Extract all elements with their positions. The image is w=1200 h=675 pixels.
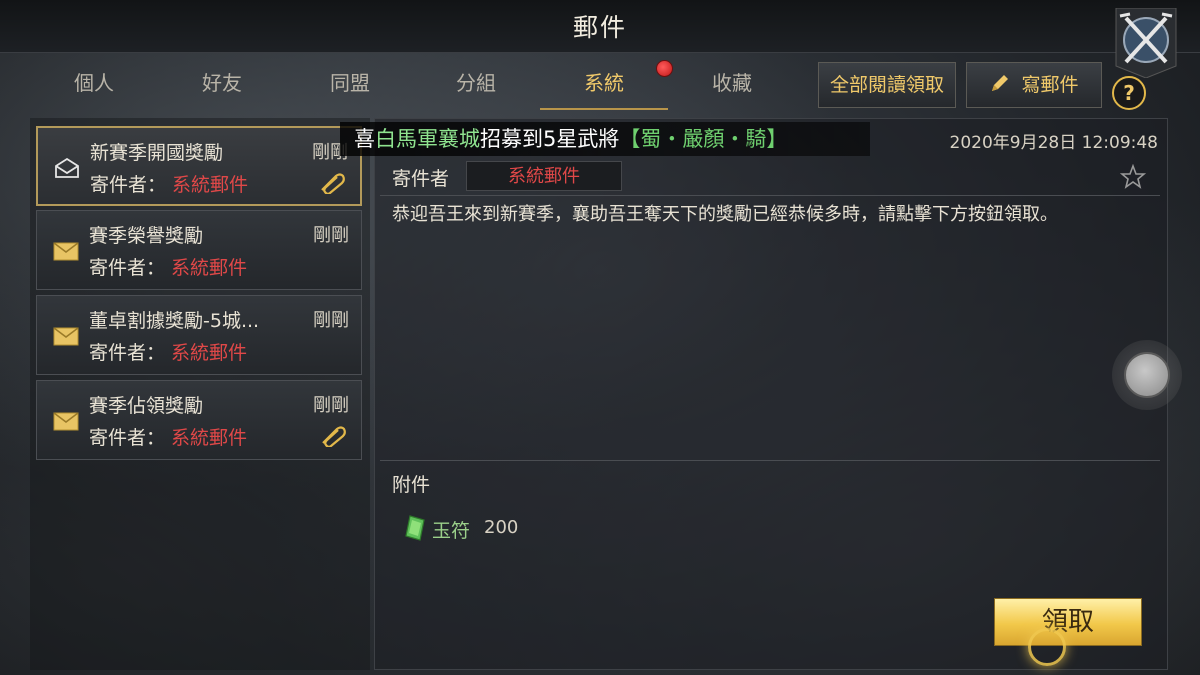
mail-body: 恭迎吾王來到新賽季，襄助吾王奪天下的獎勵已經恭候多時，請點擊下方按鈕領取。	[392, 204, 1058, 225]
detail-sender-label: 寄件者	[392, 168, 450, 190]
mail-time: 剛剛	[313, 310, 349, 331]
tab-favorites[interactable]: 收藏	[668, 58, 796, 108]
read-all-claim-button[interactable]: 全部閱讀領取	[818, 62, 956, 108]
mail-title: 新賽季開國獎勵	[90, 142, 224, 164]
compose-mail-label: 寫郵件	[1021, 74, 1079, 96]
mail-item[interactable]: 賽季榮譽獎勵 剛剛 寄件者： 系統郵件	[36, 210, 362, 290]
attachments-label: 附件	[392, 474, 431, 496]
envelope-icon	[53, 242, 79, 261]
mail-datetime: 2020年9月28日 12:09:48	[949, 133, 1158, 153]
envelope-icon	[53, 327, 79, 346]
mail-sender-label: 寄件者：	[89, 427, 166, 449]
page-title: 郵件	[572, 13, 627, 42]
mail-title: 賽季榮譽獎勵	[89, 225, 204, 247]
mail-sender: 系統郵件	[171, 342, 248, 364]
envelope-icon	[53, 412, 79, 431]
tab-personal[interactable]: 個人	[30, 58, 158, 108]
detail-sender: 系統郵件	[466, 161, 622, 191]
jade-token-icon	[405, 515, 425, 541]
paperclip-icon	[321, 173, 345, 194]
mail-sender: 系統郵件	[171, 257, 248, 279]
tab-alliance[interactable]: 同盟	[286, 58, 414, 108]
broadcast-banner: 喜白馬軍襄城招募到5星武將【蜀・嚴顏・騎】	[340, 122, 870, 156]
close-crossed-swords-icon[interactable]	[1112, 7, 1180, 79]
tab-bar: 個人 好友 同盟 分組 系統 收藏	[0, 58, 800, 110]
mail-item[interactable]: 賽季佔領獎勵 剛剛 寄件者： 系統郵件	[36, 380, 362, 460]
tap-indicator	[1028, 628, 1066, 666]
broadcast-player-name: 白馬軍襄城	[375, 127, 480, 151]
mail-sender: 系統郵件	[171, 427, 248, 449]
tab-friends[interactable]: 好友	[158, 58, 286, 108]
mail-title: 賽季佔領獎勵	[89, 395, 204, 417]
mail-title: 董卓割據獎勵-5城...	[89, 310, 260, 332]
claim-button[interactable]: 領取	[994, 598, 1142, 646]
floating-joystick-button[interactable]	[1112, 340, 1182, 410]
paperclip-icon	[322, 426, 346, 447]
mail-sender-label: 寄件者：	[89, 257, 166, 279]
help-icon[interactable]: ?	[1112, 76, 1146, 110]
open-envelope-icon	[55, 158, 79, 178]
divider	[380, 195, 1160, 196]
favorite-star-icon[interactable]	[1120, 164, 1146, 190]
attachment-name: 玉符	[432, 520, 471, 542]
compose-mail-button[interactable]: 寫郵件	[966, 62, 1102, 108]
mail-sender: 系統郵件	[172, 174, 249, 196]
tab-system[interactable]: 系統	[540, 58, 668, 110]
broadcast-hero: 【蜀・嚴顏・騎】	[619, 127, 788, 151]
mail-time: 剛剛	[313, 225, 349, 246]
tab-group[interactable]: 分組	[412, 58, 540, 108]
broadcast-message: 招募到5星武將	[480, 127, 620, 151]
mail-time: 剛剛	[313, 395, 349, 416]
attachment-count: 200	[484, 517, 519, 538]
broadcast-prefix: 喜	[354, 127, 375, 151]
mail-sender-label: 寄件者：	[90, 174, 167, 196]
notification-dot	[656, 60, 673, 77]
divider	[380, 460, 1160, 461]
mail-item[interactable]: 新賽季開國獎勵 剛剛 寄件者： 系統郵件	[36, 126, 362, 206]
mail-sender-label: 寄件者：	[89, 342, 166, 364]
mail-item[interactable]: 董卓割據獎勵-5城... 剛剛 寄件者： 系統郵件	[36, 295, 362, 375]
pencil-icon	[992, 75, 1009, 91]
